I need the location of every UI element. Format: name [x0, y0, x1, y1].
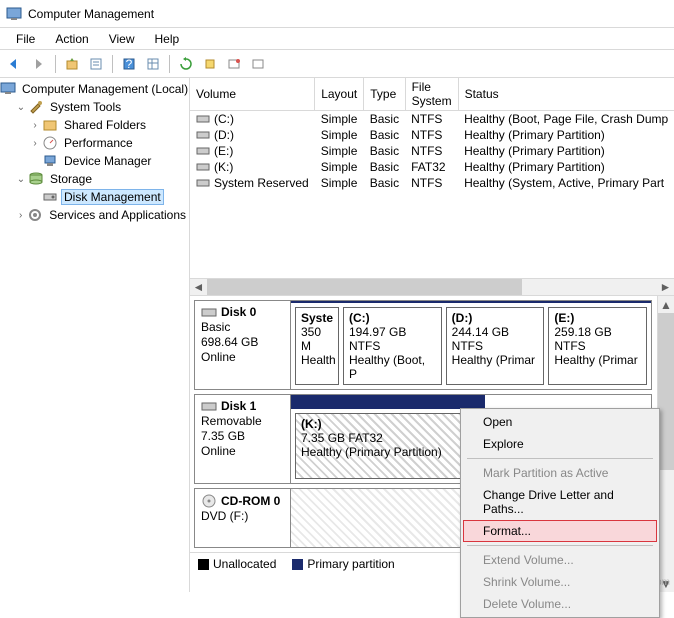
device-icon: [42, 153, 58, 169]
menu-shrink[interactable]: Shrink Volume...: [463, 571, 657, 593]
toolbar-separator: [112, 55, 113, 73]
tools-icon: [28, 99, 44, 115]
col-volume[interactable]: Volume: [190, 78, 315, 111]
disk-info: Disk 0 Basic 698.64 GB Online: [195, 301, 291, 389]
menu-open[interactable]: Open: [463, 411, 657, 433]
disk-info: CD-ROM 0 DVD (F:): [195, 489, 291, 547]
partition[interactable]: Syste 350 M Health: [295, 307, 339, 385]
scroll-thumb[interactable]: [658, 313, 674, 470]
disk-icon: [42, 189, 58, 205]
refresh-button[interactable]: [175, 53, 197, 75]
menu-view[interactable]: View: [99, 30, 145, 47]
more-button[interactable]: [247, 53, 269, 75]
volume-row[interactable]: (E:)SimpleBasicNTFSHealthy (Primary Part…: [190, 143, 674, 159]
col-fs[interactable]: File System: [405, 78, 458, 111]
computer-icon: [0, 81, 16, 97]
volume-row[interactable]: (D:)SimpleBasicNTFSHealthy (Primary Part…: [190, 127, 674, 143]
volume-icon: [196, 162, 210, 172]
volume-icon: [196, 146, 210, 156]
list-view-button[interactable]: [142, 53, 164, 75]
menu-change-letter[interactable]: Change Drive Letter and Paths...: [463, 484, 657, 520]
folder-icon: [42, 117, 58, 133]
scroll-up-icon[interactable]: ▲: [658, 296, 674, 313]
forward-button[interactable]: [28, 53, 50, 75]
tree-shared-folders[interactable]: › Shared Folders: [0, 116, 189, 134]
cdrom-icon: [201, 493, 217, 509]
partition[interactable]: (C:) 194.97 GB NTFS Healthy (Boot, P: [343, 307, 442, 385]
menu-file[interactable]: File: [6, 30, 45, 47]
tree-performance[interactable]: › Performance: [0, 134, 189, 152]
col-type[interactable]: Type: [364, 78, 405, 111]
volume-row[interactable]: (K:)SimpleBasicFAT32Healthy (Primary Par…: [190, 159, 674, 175]
title-bar: Computer Management: [0, 0, 674, 28]
horizontal-scrollbar[interactable]: ◄ ►: [190, 278, 674, 295]
partition[interactable]: (D:) 244.14 GB NTFS Healthy (Primar: [446, 307, 545, 385]
tree-system-tools[interactable]: ⌄ System Tools: [0, 98, 189, 116]
toolbar: ?: [0, 50, 674, 78]
volume-icon: [196, 130, 210, 140]
expand-icon[interactable]: ›: [28, 138, 42, 149]
tree-device-manager[interactable]: Device Manager: [0, 152, 189, 170]
volume-row[interactable]: (C:)SimpleBasicNTFSHealthy (Boot, Page F…: [190, 111, 674, 128]
tree-storage[interactable]: ⌄ Storage: [0, 170, 189, 188]
menu-separator: [467, 545, 653, 546]
tree-disk-management[interactable]: Disk Management: [0, 188, 189, 206]
tree-root[interactable]: Computer Management (Local): [0, 80, 189, 98]
menu-format[interactable]: Format...: [463, 520, 657, 542]
action-button[interactable]: [199, 53, 221, 75]
expand-icon[interactable]: ›: [28, 120, 42, 131]
volume-row[interactable]: System ReservedSimpleBasicNTFSHealthy (S…: [190, 175, 674, 191]
partition[interactable]: (E:) 259.18 GB NTFS Healthy (Primar: [548, 307, 647, 385]
volume-icon: [196, 178, 210, 188]
menu-extend[interactable]: Extend Volume...: [463, 549, 657, 571]
window-title: Computer Management: [28, 7, 154, 21]
partition-selected[interactable]: (K:) 7.35 GB FAT32 Healthy (Primary Part…: [295, 413, 478, 479]
col-layout[interactable]: Layout: [315, 78, 364, 111]
col-status[interactable]: Status: [458, 78, 674, 111]
legend-swatch-primary: [292, 559, 303, 570]
toolbar-separator: [169, 55, 170, 73]
scroll-thumb[interactable]: [207, 279, 522, 295]
navigation-tree[interactable]: Computer Management (Local) ⌄ System Too…: [0, 78, 190, 592]
storage-icon: [28, 171, 44, 187]
expand-icon[interactable]: ⌄: [14, 174, 28, 185]
menu-delete[interactable]: Delete Volume...: [463, 593, 657, 615]
menu-bar: File Action View Help: [0, 28, 674, 50]
settings-button[interactable]: [223, 53, 245, 75]
expand-icon[interactable]: ⌄: [14, 102, 28, 113]
menu-explore[interactable]: Explore: [463, 433, 657, 455]
toolbar-separator: [55, 55, 56, 73]
disk-icon: [201, 307, 217, 319]
help-button[interactable]: ?: [118, 53, 140, 75]
context-menu: Open Explore Mark Partition as Active Ch…: [460, 408, 660, 618]
properties-button[interactable]: [85, 53, 107, 75]
volume-icon: [196, 114, 210, 124]
menu-mark-active[interactable]: Mark Partition as Active: [463, 462, 657, 484]
legend-swatch-unallocated: [198, 559, 209, 570]
volume-list[interactable]: Volume Layout Type File System Status (C…: [190, 78, 674, 278]
menu-action[interactable]: Action: [45, 30, 98, 47]
menu-separator: [467, 458, 653, 459]
disk-info: Disk 1 Removable 7.35 GB Online: [195, 395, 291, 483]
back-button[interactable]: [4, 53, 26, 75]
expand-icon[interactable]: ›: [14, 210, 27, 221]
up-button[interactable]: [61, 53, 83, 75]
tree-services-apps[interactable]: › Services and Applications: [0, 206, 189, 224]
disk-row[interactable]: Disk 0 Basic 698.64 GB Online Syste 350 …: [194, 300, 652, 390]
scroll-right-icon[interactable]: ►: [657, 279, 674, 295]
menu-help[interactable]: Help: [145, 30, 190, 47]
services-icon: [27, 207, 43, 223]
disk-icon: [201, 401, 217, 413]
performance-icon: [42, 135, 58, 151]
svg-text:?: ?: [126, 57, 133, 71]
scroll-left-icon[interactable]: ◄: [190, 279, 207, 295]
partition-header-bar: [291, 395, 485, 409]
app-icon: [6, 6, 22, 22]
